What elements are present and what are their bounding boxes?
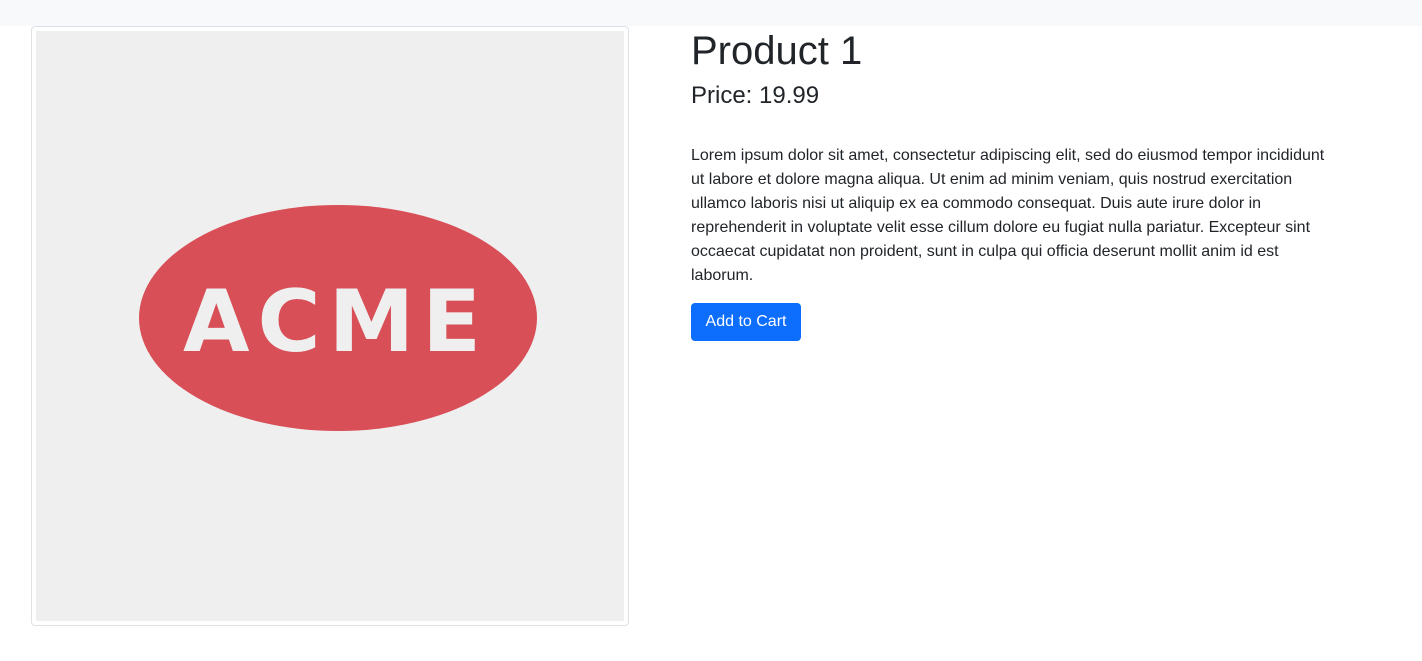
price-value: 19.99: [759, 82, 820, 109]
product-image: ACME: [36, 31, 624, 621]
acme-logo: ACME: [139, 205, 537, 431]
add-to-cart-button[interactable]: Add to Cart: [691, 303, 801, 341]
top-navbar: [0, 0, 1422, 26]
price-label: Price:: [691, 82, 753, 109]
product-description: Lorem ipsum dolor sit amet, consectetur …: [691, 147, 1325, 284]
product-title: Product 1: [691, 29, 863, 73]
logo-text: ACME: [183, 272, 489, 372]
price-row: Price: 19.99: [691, 81, 819, 111]
product-image-frame: ACME: [31, 26, 629, 626]
